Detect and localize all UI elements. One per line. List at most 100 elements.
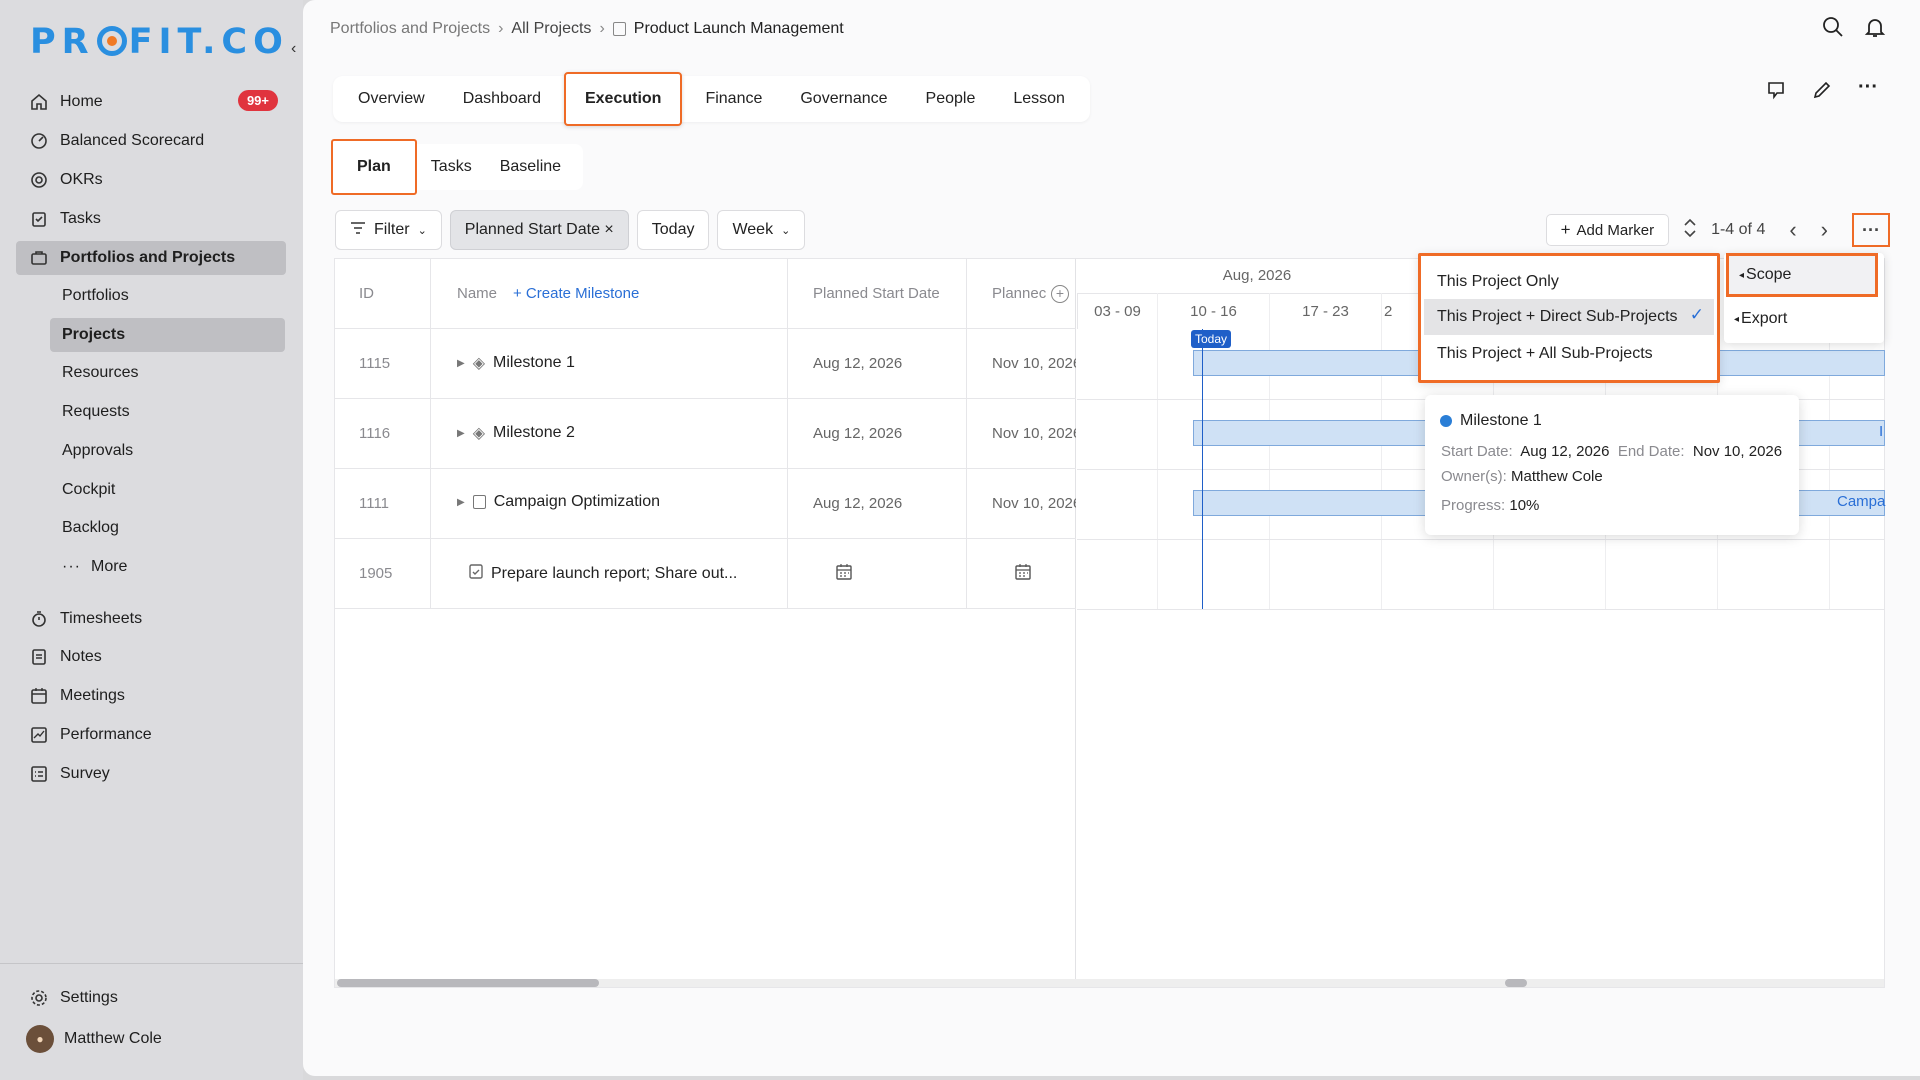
sidebar-item-okrs[interactable]: OKRs: [16, 163, 286, 197]
caret-left-icon: ◂: [1734, 313, 1740, 325]
scope-option-all-sub-projects[interactable]: This Project + All Sub-Projects: [1424, 336, 1714, 372]
sidebar-item-label: Home: [60, 93, 103, 110]
filter-button[interactable]: Filter ⌄: [335, 210, 442, 250]
trend-chart-icon: [28, 724, 50, 746]
bell-icon[interactable]: [1864, 16, 1886, 43]
menu-item-scope[interactable]: ◂ Scope: [1726, 253, 1878, 297]
gantt-bar-label: Campa: [1837, 493, 1886, 510]
sidebar-item-label: OKRs: [60, 171, 103, 188]
row-planned-start[interactable]: Aug 12, 2026: [813, 425, 902, 442]
add-marker-button[interactable]: + Add Marker: [1545, 214, 1670, 246]
expand-collapse-icon[interactable]: [1683, 218, 1697, 243]
table-row[interactable]: 1116 ▶ ◈ Milestone 2 Aug 12, 2026 Nov 10…: [335, 399, 1076, 469]
table-row[interactable]: 1115 ▶ ◈ Milestone 1 Aug 12, 2026 Nov 10…: [335, 329, 1076, 399]
chevron-right-icon[interactable]: ›: [1821, 217, 1828, 243]
sidebar-subitem-more[interactable]: ··· More: [50, 550, 285, 584]
sidebar-subitem-portfolios[interactable]: Portfolios: [50, 279, 285, 313]
scope-option-this-project-only[interactable]: This Project Only: [1424, 264, 1714, 300]
row-id: 1111: [359, 495, 390, 512]
row-planned-end[interactable]: Nov 10, 2026: [992, 355, 1076, 372]
sidebar-item-label: Tasks: [60, 210, 101, 227]
tab-dashboard[interactable]: Dashboard: [444, 76, 560, 122]
sidebar-item-portfolios-and-projects[interactable]: Portfolios and Projects: [16, 241, 286, 275]
tab-governance[interactable]: Governance: [781, 76, 906, 122]
profit-co-logo[interactable]: PR FIT.CO: [30, 22, 289, 62]
row-name-text[interactable]: Milestone 1: [493, 354, 575, 372]
tab-finance[interactable]: Finance: [686, 76, 781, 122]
table-row[interactable]: 1905 Prepare launch report; Share out...: [335, 539, 1076, 609]
row-name-text[interactable]: Milestone 2: [493, 424, 575, 442]
collapse-sidebar-icon[interactable]: ‹: [291, 40, 296, 58]
sidebar-item-label: Balanced Scorecard: [60, 132, 205, 149]
notification-badge: 99+: [237, 90, 278, 111]
col-id-header: ID: [359, 285, 374, 302]
tab-lesson[interactable]: Lesson: [994, 76, 1084, 122]
gantt-tooltip: Milestone 1 Start Date: Aug 12, 2026 End…: [1425, 395, 1799, 535]
sidebar-subitem-approvals[interactable]: Approvals: [50, 434, 285, 468]
create-milestone-link[interactable]: + Create Milestone: [513, 285, 639, 302]
target-icon: [28, 169, 50, 191]
breadcrumb-portfolios[interactable]: Portfolios and Projects: [330, 20, 490, 38]
sidebar-item-home[interactable]: Home 99+: [16, 85, 286, 119]
row-planned-start[interactable]: Aug 12, 2026: [813, 355, 902, 372]
sidebar-item-performance[interactable]: Performance: [16, 718, 286, 752]
row-planned-end[interactable]: Nov 10, 2026: [992, 425, 1076, 442]
horizontal-scrollbar[interactable]: [335, 979, 1884, 987]
sidebar-item-label: Survey: [60, 765, 110, 782]
row-planned-start[interactable]: Aug 12, 2026: [813, 495, 902, 512]
sidebar-item-notes[interactable]: Notes: [16, 640, 286, 674]
more-options-icon[interactable]: ···: [1858, 77, 1878, 105]
table-row[interactable]: 1111 ▶ Campaign Optimization Aug 12, 202…: [335, 469, 1076, 539]
sidebar-item-tasks[interactable]: Tasks: [16, 202, 286, 236]
expand-caret-icon[interactable]: ▶: [457, 428, 465, 439]
calendar-icon[interactable]: [835, 563, 853, 585]
sidebar-subitem-resources[interactable]: Resources: [50, 356, 285, 390]
breadcrumb: Portfolios and Projects › All Projects ›…: [330, 20, 844, 38]
subtab-plan[interactable]: Plan: [331, 139, 417, 195]
row-name-text[interactable]: Campaign Optimization: [494, 493, 660, 511]
chevron-left-icon[interactable]: ‹: [1789, 217, 1796, 243]
menu-item-export[interactable]: ◂ Export: [1724, 299, 1884, 339]
scope-option-label: This Project + Direct Sub-Projects: [1437, 308, 1678, 325]
today-marker: Today: [1191, 330, 1232, 348]
expand-caret-icon[interactable]: ▶: [457, 358, 465, 369]
gantt-row-divider: [1077, 609, 1885, 610]
today-button[interactable]: Today: [636, 210, 710, 250]
edit-pencil-icon[interactable]: [1812, 80, 1832, 105]
sidebar-item-label: Performance: [60, 726, 152, 743]
timescale-select[interactable]: Week ⌄: [717, 210, 806, 250]
sidebar-subitem-requests[interactable]: Requests: [50, 395, 285, 429]
tab-execution[interactable]: Execution: [563, 72, 683, 126]
sidebar-item-settings[interactable]: Settings: [16, 981, 286, 1015]
plan-toolbar: Filter ⌄ Planned Start Date × Today Week…: [335, 210, 806, 252]
tab-people[interactable]: People: [907, 76, 995, 122]
gantt-more-button[interactable]: ···: [1852, 213, 1890, 247]
sidebar-item-timesheets[interactable]: Timesheets: [16, 602, 286, 636]
sort-chip-planned-start-date[interactable]: Planned Start Date ×: [449, 210, 629, 250]
sidebar-item-meetings[interactable]: Meetings: [16, 679, 286, 713]
sidebar-subitem-projects[interactable]: Projects: [50, 318, 285, 352]
sidebar-subitem-cockpit[interactable]: Cockpit: [50, 473, 285, 507]
subtab-tasks[interactable]: Tasks: [417, 144, 486, 190]
table-scroll-thumb[interactable]: [337, 979, 599, 987]
expand-caret-icon[interactable]: ▶: [457, 497, 465, 508]
row-planned-end[interactable]: Nov 10, 2026: [992, 495, 1076, 512]
top-icons: [1822, 16, 1886, 43]
subtab-baseline[interactable]: Baseline: [486, 144, 575, 190]
row-name-text[interactable]: Prepare launch report; Share out...: [491, 565, 737, 583]
row-id: 1116: [359, 425, 391, 442]
sidebar-subitem-backlog[interactable]: Backlog: [50, 511, 285, 545]
user-profile[interactable]: ● Matthew Cole: [16, 1022, 286, 1056]
search-icon[interactable]: [1822, 16, 1844, 43]
sidebar-item-survey[interactable]: Survey: [16, 757, 286, 791]
calendar-icon[interactable]: [1014, 563, 1032, 585]
tab-overview[interactable]: Overview: [339, 76, 444, 122]
scope-option-direct-sub-projects[interactable]: This Project + Direct Sub-Projects ✓: [1424, 299, 1714, 335]
breadcrumb-all-projects[interactable]: All Projects: [511, 20, 591, 38]
scorecard-icon: [28, 130, 50, 152]
add-column-icon[interactable]: +: [1051, 284, 1069, 303]
gantt-scroll-thumb[interactable]: [1505, 979, 1527, 987]
col-planned-end-header: Plannec: [992, 285, 1047, 302]
comment-icon[interactable]: [1766, 80, 1786, 105]
sidebar-item-balanced-scorecard[interactable]: Balanced Scorecard: [16, 124, 286, 158]
